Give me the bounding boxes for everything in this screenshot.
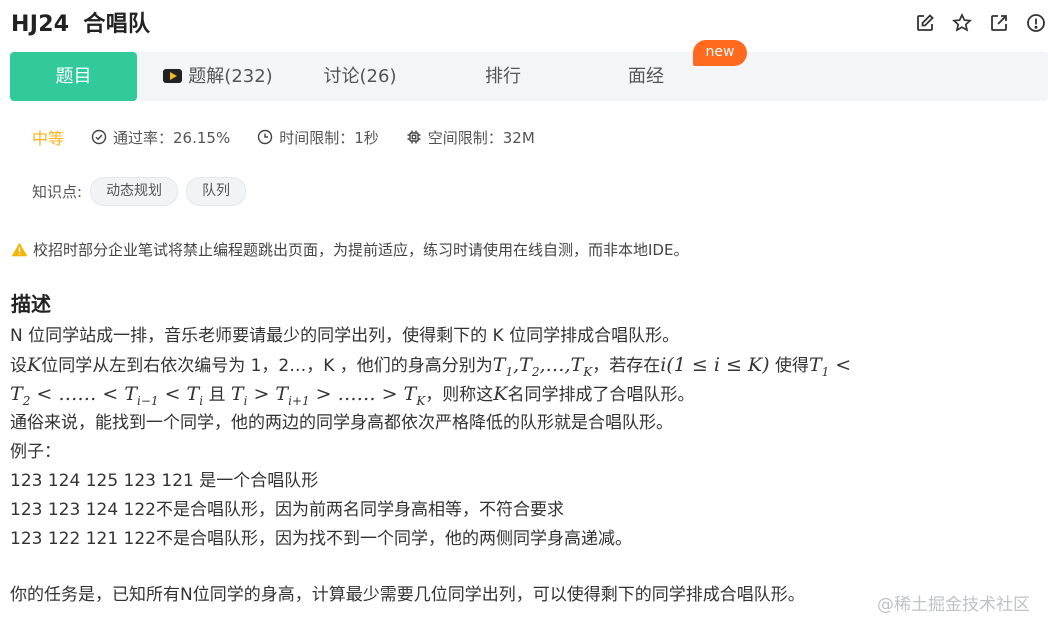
example-line: 123 124 125 123 121 是一个合唱队形 <box>10 471 319 491</box>
text-fragment: 位同学从左到右依次编号为 1，2…，K ，他们的身高分别为 <box>41 356 493 376</box>
edit-icon[interactable] <box>912 10 937 35</box>
math-condition: i(1 ≤ i ≤ K) <box>660 354 770 376</box>
text-fragment: ，若存在 <box>592 356 661 376</box>
new-badge: new <box>693 40 747 66</box>
description-heading: 描述 <box>11 292 51 316</box>
pass-rate: 通过率：26.15% <box>91 127 230 148</box>
description-line: 设K位同学从左到右依次编号为 1，2…，K ，他们的身高分别为T1,T2,…,T… <box>10 351 1040 380</box>
problem-id: HJ24 <box>11 12 70 37</box>
info-icon[interactable] <box>1023 10 1048 35</box>
knowledge-label: 知识点: <box>32 183 83 201</box>
example-line: 123 123 124 122不是合唱队形，因为前两名同学身高相等，不符合要求 <box>10 500 565 520</box>
math-k: K <box>493 383 508 405</box>
math-ascending: T2 < …… < Ti−1 < Ti <box>10 383 204 408</box>
tag-dynamic-programming[interactable]: 动态规划 <box>90 177 179 206</box>
description-body: N 位同学站成一排，音乐老师要请最少的同学出列，使得剩下的 K 位同学排成合唱队… <box>10 322 1040 610</box>
tab-ranking[interactable]: 排行 <box>465 52 541 101</box>
star-icon[interactable] <box>949 10 974 35</box>
description-line: 例子： <box>10 442 61 462</box>
math-k: K <box>27 354 42 376</box>
header: HJ24 合唱队 <box>0 0 1048 46</box>
time-limit-text: 时间限制：1秒 <box>279 128 379 147</box>
clock-icon <box>258 129 273 145</box>
tab-solutions-label: 题解(232) <box>188 66 273 87</box>
text-fragment: 使得 <box>774 356 809 376</box>
description-line: N 位同学站成一排，音乐老师要请最少的同学出列，使得剩下的 K 位同学排成合唱队… <box>10 326 680 346</box>
knowledge-points: 知识点: 动态规划 队列 <box>32 177 247 206</box>
memory-limit-text: 空间限制：32M <box>427 128 535 147</box>
pass-rate-text: 通过率：26.15% <box>113 128 231 147</box>
time-limit: 时间限制：1秒 <box>257 127 379 148</box>
text-fragment: 名同学排成了合唱队形。 <box>507 385 695 405</box>
page-title: HJ24 合唱队 <box>11 6 150 38</box>
text-fragment: ，则称这 <box>425 385 494 405</box>
chip-icon <box>407 130 421 144</box>
math-t1: T1 < <box>808 354 852 379</box>
math-heights: T1,T2,…,TK <box>492 354 593 379</box>
example-line: 123 122 121 122不是合唱队形，因为找不到一个同学，他的两侧同学身高… <box>10 529 633 549</box>
tab-discussion[interactable]: 讨论(26) <box>310 52 410 101</box>
header-actions <box>912 10 1048 35</box>
tab-interview[interactable]: 面经 <box>610 52 682 101</box>
text-fragment: 设 <box>10 356 27 376</box>
tag-queue[interactable]: 队列 <box>186 177 247 206</box>
problem-title: 合唱队 <box>83 12 151 37</box>
check-circle-icon <box>91 129 107 145</box>
warning-text: 校招时部分企业笔试将禁止编程题跳出页面，为提前适应，练习时请使用在线自测，而非本… <box>33 241 689 259</box>
warning-icon <box>11 242 28 257</box>
watermark: @稀土掘金技术社区 <box>877 590 1030 615</box>
description-line: T2 < …… < Ti−1 < Ti 且 Ti > Ti+1 > …… > T… <box>10 380 1040 409</box>
tab-bar: 题目 题解(232) 讨论(26) 排行 面经 <box>10 52 1048 101</box>
math-descending: Ti > Ti+1 > …… > TK <box>230 383 426 408</box>
external-link-icon[interactable] <box>986 10 1011 35</box>
problem-meta: 中等 通过率：26.15% 时间限制：1秒 空间限制：32M <box>32 126 562 149</box>
tab-problem[interactable]: 题目 <box>10 52 137 101</box>
tab-solutions[interactable]: 题解(232) <box>160 52 276 101</box>
video-icon <box>163 69 183 83</box>
description-line: 通俗来说，能找到一个同学，他的两边的同学身高都依次严格降低的队形就是合唱队形。 <box>10 413 673 433</box>
difficulty-label: 中等 <box>32 129 65 148</box>
memory-limit: 空间限制：32M <box>406 127 535 148</box>
text-fragment: 且 <box>208 385 226 405</box>
exam-warning: 校招时部分企业笔试将禁止编程题跳出页面，为提前适应，练习时请使用在线自测，而非本… <box>11 239 688 260</box>
